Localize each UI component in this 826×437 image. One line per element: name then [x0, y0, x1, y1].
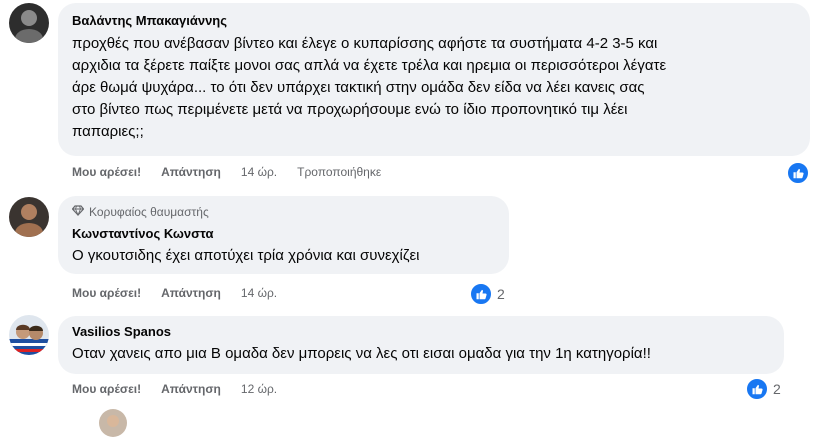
comment-text: προχθές που ανέβασαν βίντεο και έλεγε ο …	[72, 35, 667, 140]
reaction-count: 2	[773, 381, 781, 397]
reply-link[interactable]: Απάντηση	[161, 286, 221, 300]
thumbs-up-icon	[745, 377, 769, 401]
reply-link[interactable]: Απάντηση	[161, 165, 221, 179]
comment-time[interactable]: 14 ώρ.	[241, 286, 277, 300]
thumbs-up-icon	[786, 161, 810, 185]
comment-actions: Μου αρέσει! Απάντηση 14 ώρ.	[72, 286, 277, 300]
like-link[interactable]: Μου αρέσει!	[72, 286, 141, 300]
edited-label[interactable]: Τροποποιήθηκε	[297, 165, 381, 179]
comment-bubble: Vasilios Spanos Οταν χανεις απο μια Β ομ…	[58, 316, 784, 374]
reaction-summary[interactable]: 2	[469, 282, 505, 306]
thumbs-up-icon	[469, 282, 493, 306]
comment-actions: Μου αρέσει! Απάντηση 12 ώρ.	[72, 382, 277, 396]
comment-bubble: Βαλάντης Μπακαγιάννης προχθές που ανέβασ…	[58, 3, 810, 156]
comment-text: Οταν χανεις απο μια Β ομαδα δεν μπορεις …	[72, 345, 651, 362]
comment-time[interactable]: 12 ώρ.	[241, 382, 277, 396]
comment-author[interactable]: Βαλάντης Μπακαγιάννης	[72, 13, 796, 29]
comment-author[interactable]: Vasilios Spanos	[72, 324, 770, 340]
comment-text: Ο γκουτσιδης έχει αποτύχει τρία χρόνια κ…	[72, 247, 420, 264]
comment-bubble: Κορυφαίος θαυμαστής Κωνσταντίνος Κωνστα …	[58, 196, 509, 274]
reply-link[interactable]: Απάντηση	[161, 382, 221, 396]
avatar[interactable]	[99, 409, 127, 437]
avatar[interactable]	[9, 197, 49, 237]
top-fan-badge: Κορυφαίος θαυμαστής	[71, 204, 495, 220]
like-link[interactable]: Μου αρέσει!	[72, 165, 141, 179]
comment-actions: Μου αρέσει! Απάντηση 14 ώρ. Τροποποιήθηκ…	[72, 165, 381, 179]
comment-time[interactable]: 14 ώρ.	[241, 165, 277, 179]
like-link[interactable]: Μου αρέσει!	[72, 382, 141, 396]
comment-author[interactable]: Κωνσταντίνος Κωνστα	[72, 226, 495, 242]
diamond-icon	[71, 204, 85, 220]
avatar[interactable]	[9, 3, 49, 43]
avatar[interactable]	[9, 315, 49, 355]
reaction-count: 2	[497, 286, 505, 302]
reaction-summary[interactable]: 2	[745, 377, 781, 401]
reaction-summary[interactable]	[786, 161, 810, 185]
